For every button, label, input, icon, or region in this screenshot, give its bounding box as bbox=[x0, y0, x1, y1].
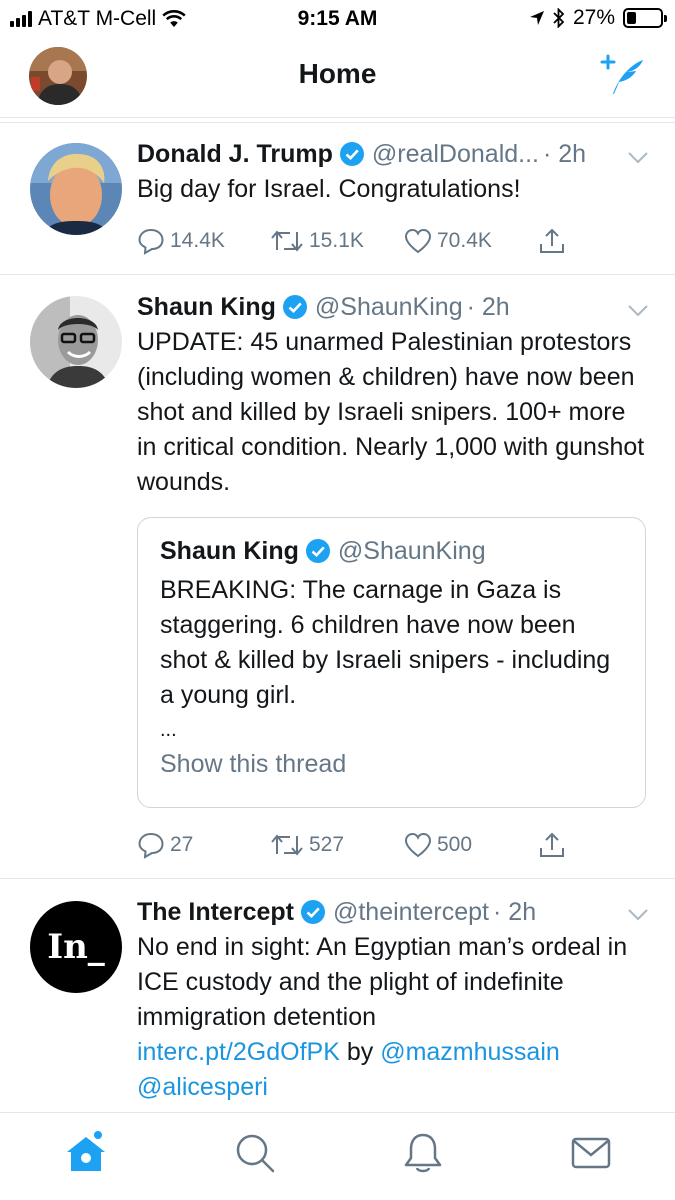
tweet-body: Donald J. Trump @realDonald... · 2h Big … bbox=[137, 139, 645, 207]
chevron-down-icon[interactable] bbox=[627, 304, 649, 318]
handle[interactable]: @realDonald... bbox=[372, 139, 539, 169]
show-thread-link[interactable]: Show this thread bbox=[160, 747, 623, 781]
compose-tweet-icon[interactable] bbox=[599, 52, 647, 100]
location-arrow-icon bbox=[529, 11, 544, 25]
heart-icon bbox=[404, 228, 432, 254]
reply-count: 27 bbox=[170, 833, 194, 856]
article-link[interactable]: interc.pt/2GdOfPK bbox=[137, 1038, 340, 1066]
messages-icon[interactable] bbox=[569, 1131, 613, 1175]
share-button[interactable] bbox=[538, 831, 566, 859]
status-bar: AT&T M-Cell 9:15 AM 27% bbox=[0, 0, 675, 38]
tweet-actions: 14.4K 15.1K 70.4K bbox=[137, 227, 566, 255]
tweet-text: Big day for Israel. Congratulations! bbox=[137, 175, 521, 203]
by-label: by bbox=[346, 1038, 374, 1066]
battery-icon bbox=[623, 8, 667, 28]
heart-icon bbox=[404, 832, 432, 858]
like-count: 70.4K bbox=[437, 229, 492, 252]
tweet-body: Shaun King @ShaunKing · 2h UPDATE: 45 un… bbox=[137, 292, 645, 500]
quoted-display-name: Shaun King bbox=[160, 537, 299, 565]
tweet-body: The Intercept @theintercept · 2h No end … bbox=[137, 897, 645, 1105]
verified-badge-icon bbox=[282, 295, 307, 319]
timestamp: · 2h bbox=[543, 140, 587, 168]
tweet-text: No end in sight: An Egyptian man’s ordea… bbox=[137, 930, 645, 1105]
verified-badge-icon bbox=[305, 539, 330, 563]
tweet-card[interactable]: Shaun King @ShaunKing · 2h UPDATE: 45 un… bbox=[0, 275, 675, 879]
battery-percent: 27% bbox=[572, 6, 615, 29]
like-button[interactable]: 70.4K bbox=[404, 227, 538, 255]
nav-header: Home bbox=[0, 38, 675, 118]
tweet-avatar[interactable]: In_ bbox=[30, 901, 122, 993]
search-icon[interactable] bbox=[233, 1131, 277, 1175]
mention-link[interactable]: @alicesperi bbox=[137, 1073, 268, 1101]
page-title: Home bbox=[298, 58, 377, 89]
share-icon bbox=[540, 228, 564, 253]
retweet-icon bbox=[271, 230, 303, 252]
home-icon[interactable] bbox=[64, 1131, 108, 1175]
retweet-icon bbox=[271, 834, 303, 856]
quoted-ellipsis: ... bbox=[160, 719, 177, 741]
battery-fill bbox=[627, 12, 636, 24]
reply-count: 14.4K bbox=[170, 229, 225, 252]
quoted-tweet-text: BREAKING: The carnage in Gaza is stagger… bbox=[160, 576, 611, 709]
verified-badge-icon bbox=[339, 142, 364, 166]
display-name[interactable]: Donald J. Trump bbox=[137, 139, 333, 169]
chevron-down-icon[interactable] bbox=[627, 908, 649, 922]
avatar-logo-text: In_ bbox=[47, 927, 105, 967]
handle[interactable]: @theintercept bbox=[333, 897, 489, 927]
tweet-text-body: No end in sight: An Egyptian man’s ordea… bbox=[137, 933, 628, 1031]
timestamp: · 2h bbox=[493, 898, 537, 926]
status-right: 27% bbox=[529, 6, 667, 30]
tweet-header: The Intercept @theintercept · 2h bbox=[137, 897, 645, 927]
like-button[interactable]: 500 bbox=[404, 831, 538, 859]
retweet-count: 527 bbox=[309, 833, 345, 856]
display-name[interactable]: Shaun King bbox=[137, 292, 276, 322]
display-name[interactable]: The Intercept bbox=[137, 897, 294, 927]
retweet-count: 15.1K bbox=[309, 229, 364, 252]
verified-badge-icon bbox=[300, 900, 325, 924]
tweet-avatar[interactable] bbox=[30, 143, 122, 235]
reply-icon bbox=[138, 228, 164, 255]
tweet-header: Shaun King @ShaunKing · 2h bbox=[137, 292, 645, 322]
bottom-tab-bar bbox=[0, 1112, 675, 1200]
share-button[interactable] bbox=[538, 227, 566, 255]
reply-button[interactable]: 14.4K bbox=[137, 227, 270, 255]
handle[interactable]: @ShaunKing bbox=[315, 292, 463, 322]
tweet-card[interactable]: In_ The Intercept @theintercept · 2h No … bbox=[0, 880, 675, 1112]
tweet-card[interactable]: Donald J. Trump @realDonald... · 2h Big … bbox=[0, 123, 675, 275]
chevron-down-icon[interactable] bbox=[627, 151, 649, 165]
retweet-button[interactable]: 15.1K bbox=[270, 227, 404, 255]
notifications-icon[interactable] bbox=[401, 1131, 445, 1175]
timestamp: · 2h bbox=[466, 293, 510, 321]
tweet-header: Donald J. Trump @realDonald... · 2h bbox=[137, 139, 645, 169]
mention-link[interactable]: @mazmhussain bbox=[380, 1038, 560, 1066]
reply-icon bbox=[138, 832, 164, 859]
quoted-tweet-header: Shaun King @ShaunKing bbox=[160, 536, 623, 566]
like-count: 500 bbox=[437, 833, 473, 856]
bluetooth-icon bbox=[553, 8, 565, 28]
quoted-tweet[interactable]: Shaun King @ShaunKing BREAKING: The carn… bbox=[137, 517, 646, 808]
tweet-text: UPDATE: 45 unarmed Palestinian protestor… bbox=[137, 328, 645, 496]
share-icon bbox=[540, 832, 564, 857]
tweet-avatar[interactable] bbox=[30, 296, 122, 388]
retweet-button[interactable]: 527 bbox=[270, 831, 404, 859]
tweet-actions: 27 527 500 bbox=[137, 831, 566, 859]
quoted-handle: @ShaunKing bbox=[337, 537, 486, 565]
reply-button[interactable]: 27 bbox=[137, 831, 270, 859]
